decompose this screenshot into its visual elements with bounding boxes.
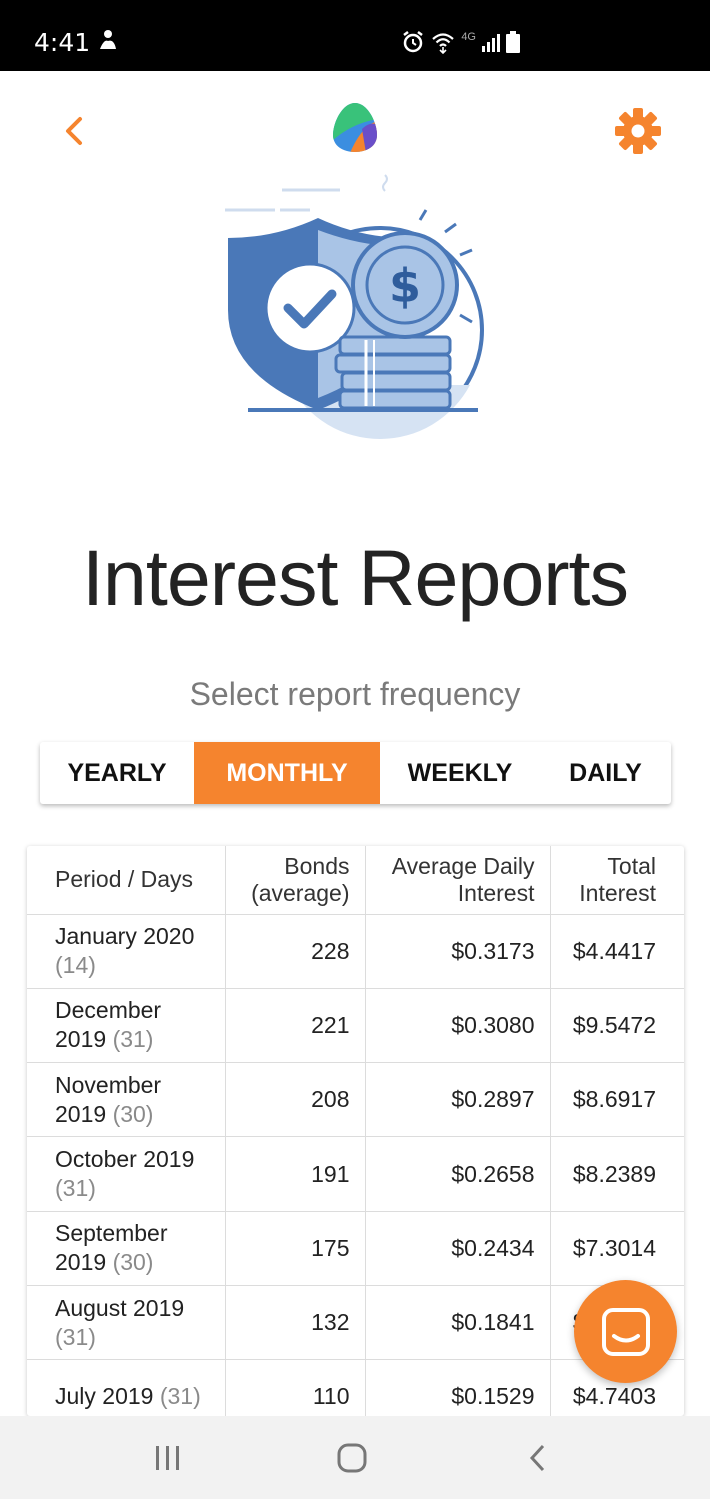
recent-apps-icon — [156, 1446, 179, 1470]
period-days: (30) — [112, 1249, 154, 1276]
status-icons: 4G — [401, 28, 520, 56]
period-label: January 2020 — [55, 923, 195, 950]
header-avg-interest: Average Daily Interest — [365, 846, 551, 915]
avg-interest-cell: $0.2434 — [365, 1211, 551, 1286]
table-row[interactable]: September 2019 (30) 175 $0.2434 $7.3014 — [27, 1211, 684, 1286]
bonds-cell: 110 — [225, 1359, 366, 1416]
tab-monthly[interactable]: MONTHLY — [194, 742, 380, 804]
system-nav-bar — [0, 1416, 710, 1499]
period-cell: November 2019 (30) — [27, 1062, 226, 1138]
network-type: 4G — [461, 31, 476, 43]
period-days: (31) — [55, 1323, 96, 1350]
avg-interest-cell: $0.2897 — [365, 1062, 551, 1138]
frequency-subtitle: Select report frequency — [189, 676, 521, 712]
svg-text:$: $ — [389, 259, 421, 313]
period-label: July 2019 — [55, 1383, 154, 1410]
period-days: (31) — [159, 1383, 201, 1410]
total-interest-cell: $4.4417 — [550, 914, 684, 989]
status-bar: 4:41 4G — [0, 0, 710, 71]
table-row[interactable]: July 2019 (31) 110 $0.1529 $4.7403 — [27, 1359, 684, 1416]
back-button[interactable] — [54, 109, 94, 153]
table-row[interactable]: October 2019 (31) 191 $0.2658 $8.2389 — [27, 1136, 684, 1212]
signal-icon — [482, 34, 500, 52]
period-days: (31) — [55, 1175, 96, 1202]
shield-coin-illustration: $ — [225, 174, 484, 439]
bonds-cell: 132 — [225, 1285, 366, 1361]
avg-interest-cell: $0.3173 — [365, 914, 551, 989]
chevron-left-icon — [66, 117, 82, 145]
alarm-icon — [403, 31, 424, 53]
period-days: (14) — [55, 952, 96, 979]
app-logo — [333, 103, 377, 152]
bonds-cell: 175 — [225, 1211, 366, 1286]
nav-back-button[interactable] — [516, 1438, 560, 1478]
avg-interest-cell: $0.3080 — [365, 988, 551, 1064]
period-label: August 2019 — [55, 1294, 185, 1321]
gear-icon — [615, 108, 661, 154]
chat-icon — [601, 1307, 650, 1356]
bonds-cell: 228 — [225, 914, 366, 989]
table-row[interactable]: November 2019 (30) 208 $0.2897 $8.6917 — [27, 1062, 684, 1138]
page-title: Interest Reports — [81, 533, 629, 622]
tab-daily[interactable]: DAILY — [540, 742, 671, 804]
avg-interest-cell: $0.1529 — [365, 1359, 551, 1416]
table-row[interactable]: January 2020 (14) 228 $0.3173 $4.4417 — [27, 914, 684, 989]
settings-button[interactable] — [612, 105, 664, 157]
avg-interest-cell: $0.2658 — [365, 1136, 551, 1212]
bonds-cell: 191 — [225, 1136, 366, 1212]
total-interest-cell: $7.3014 — [550, 1211, 684, 1286]
frequency-toggle: YEARLY MONTHLY WEEKLY DAILY — [40, 742, 671, 804]
header-period: Period / Days — [27, 846, 226, 915]
chat-button[interactable] — [574, 1280, 677, 1383]
tab-yearly[interactable]: YEARLY — [40, 742, 194, 804]
period-cell: December 2019 (31) — [27, 988, 226, 1064]
period-cell: July 2019 (31) — [27, 1359, 226, 1416]
wifi-icon — [432, 33, 455, 54]
home-button[interactable] — [330, 1438, 374, 1478]
header-bonds: Bonds (average) — [225, 846, 366, 915]
period-cell: August 2019 (31) — [27, 1285, 226, 1361]
bonds-cell: 208 — [225, 1062, 366, 1138]
home-icon — [337, 1443, 367, 1473]
tab-weekly[interactable]: WEEKLY — [380, 742, 540, 804]
total-interest-cell: $9.5472 — [550, 988, 684, 1064]
avg-interest-cell: $0.1841 — [365, 1285, 551, 1361]
status-time: 4:41 — [34, 28, 91, 57]
sync-icon — [100, 30, 116, 49]
total-interest-cell: $8.6917 — [550, 1062, 684, 1138]
period-cell: September 2019 (30) — [27, 1211, 226, 1286]
recent-apps-button[interactable] — [146, 1438, 190, 1478]
period-cell: October 2019 (31) — [27, 1136, 226, 1212]
battery-icon — [506, 31, 520, 53]
period-days: (31) — [112, 1026, 154, 1053]
period-cell: January 2020 (14) — [27, 914, 226, 989]
period-days: (30) — [112, 1100, 154, 1127]
header-total-interest: Total Interest — [550, 846, 684, 915]
bonds-cell: 221 — [225, 988, 366, 1064]
total-interest-cell: $8.2389 — [550, 1136, 684, 1212]
table-header-row: Period / Days Bonds (average) Average Da… — [27, 846, 684, 915]
period-label: October 2019 — [55, 1146, 195, 1173]
back-icon — [529, 1444, 545, 1472]
table-row[interactable]: December 2019 (31) 221 $0.3080 $9.5472 — [27, 988, 684, 1064]
